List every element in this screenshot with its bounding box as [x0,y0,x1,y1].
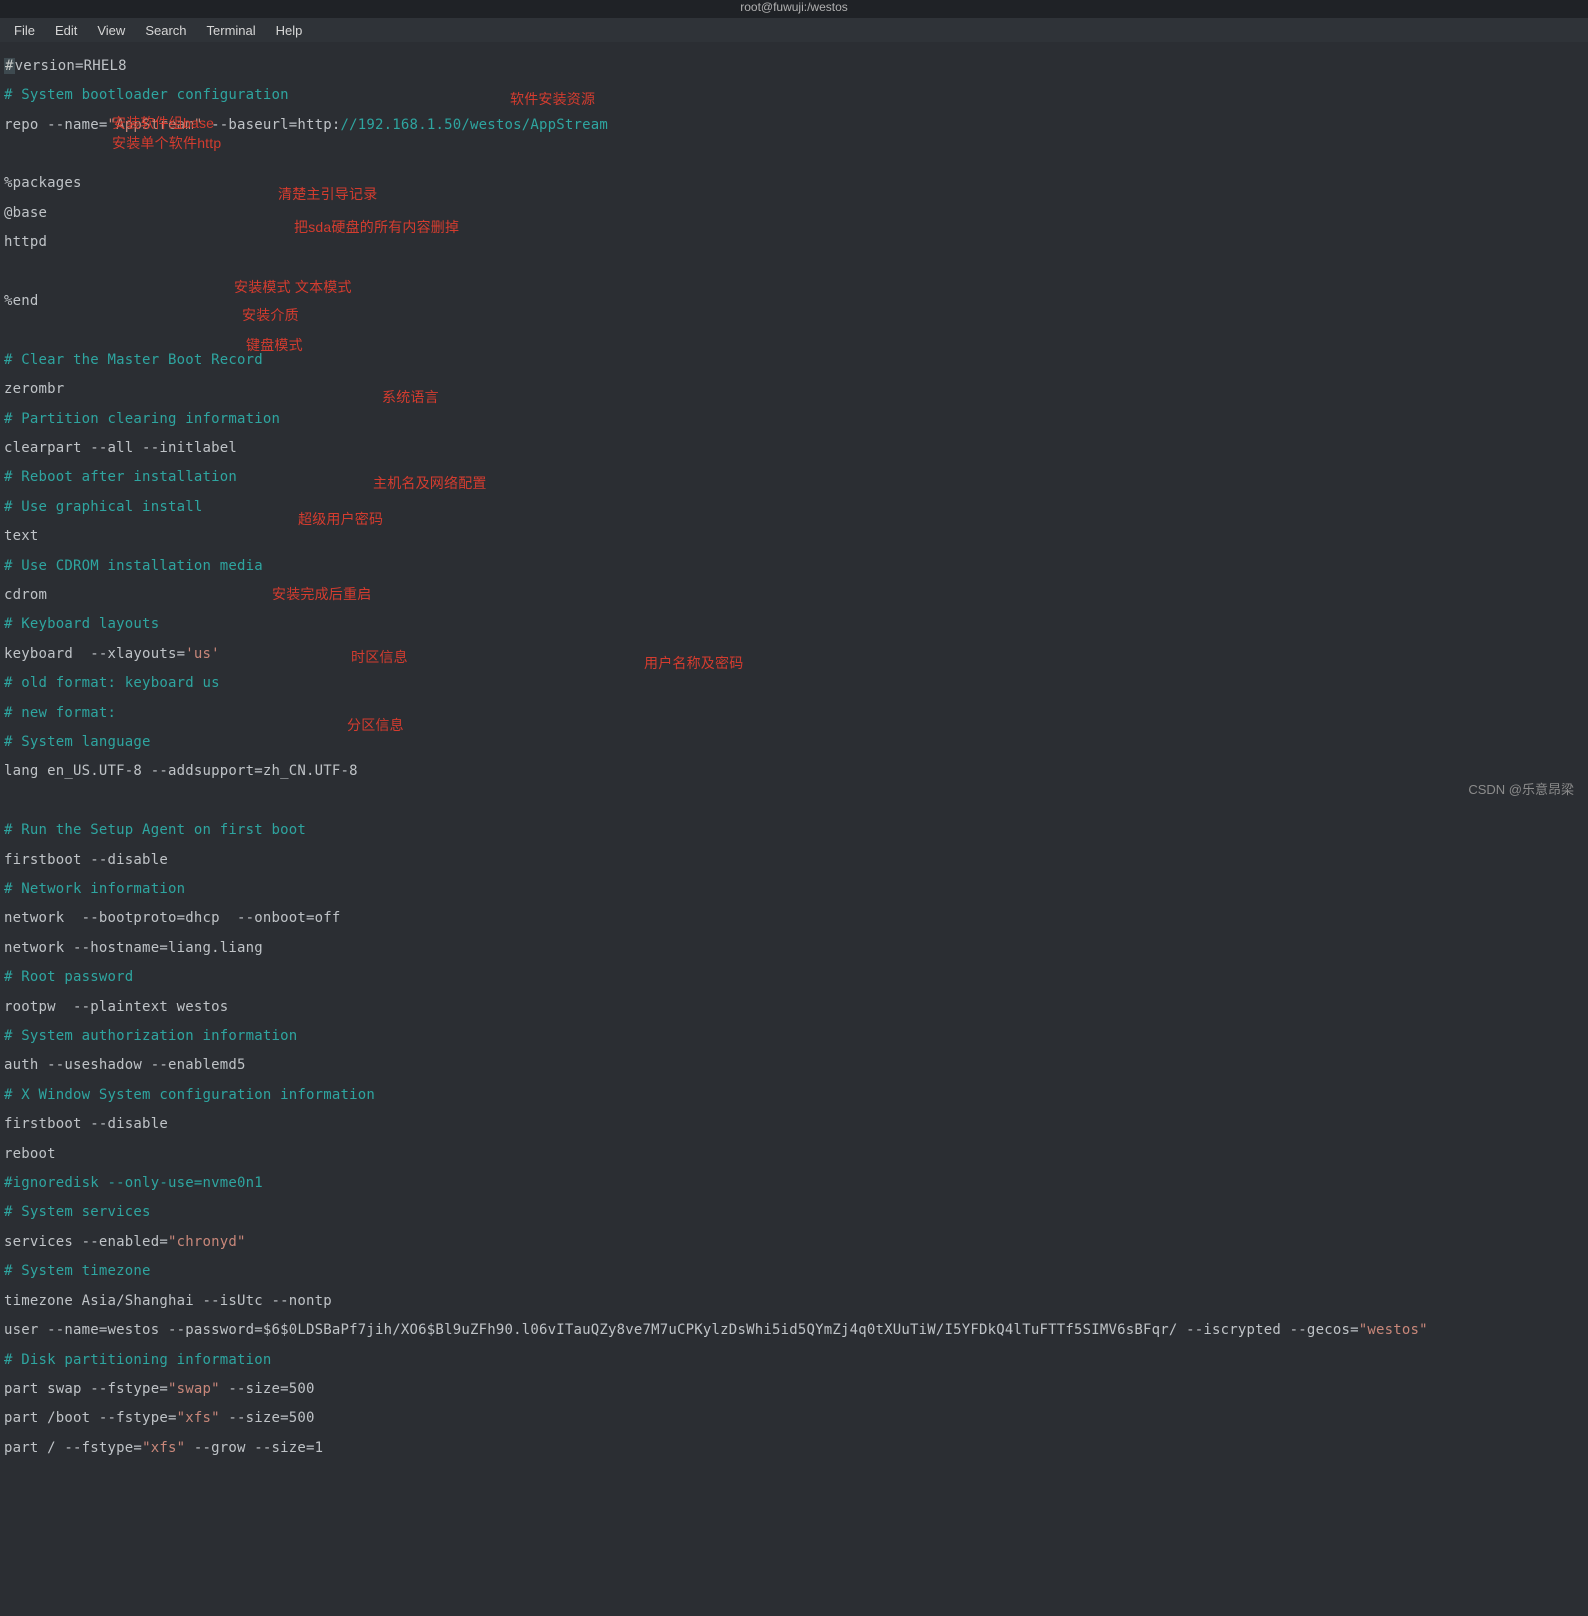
code-line: text [4,529,1584,544]
window-titlebar: root@fuwuji:/westos [0,0,1588,18]
code-line: # System timezone [4,1264,1584,1279]
menu-terminal[interactable]: Terminal [197,20,266,41]
code-line: user --name=westos --password=$6$0LDSBaP… [4,1323,1584,1338]
menu-help[interactable]: Help [266,20,313,41]
code-line: # Reboot after installation [4,470,1584,485]
code-line: %end [4,294,1584,309]
selection-cursor: # [4,58,15,74]
code-line: network --hostname=liang.liang [4,941,1584,956]
window-title: root@fuwuji:/westos [740,0,848,14]
code-line: cdrom [4,588,1584,603]
code-line: # System language [4,735,1584,750]
code-line: # Use graphical install [4,500,1584,515]
code-line: services --enabled="chronyd" [4,1235,1584,1250]
code-line: # Keyboard layouts [4,617,1584,632]
code-line: #version=RHEL8 [4,59,1584,74]
code-line: # Disk partitioning information [4,1353,1584,1368]
annotation: 主机名及网络配置 [373,476,487,491]
code-line: clearpart --all --initlabel [4,441,1584,456]
watermark: CSDN @乐意昂梁 [1468,779,1574,798]
code-line: timezone Asia/Shanghai --isUtc --nontp [4,1294,1584,1309]
code-line [4,794,1584,809]
code-line: part / --fstype="xfs" --grow --size=1 [4,1441,1584,1456]
code-line: httpd [4,235,1584,250]
annotation: 安装完成后重启 [272,587,371,602]
annotation: 超级用户密码 [298,512,383,527]
code-line: %packages [4,176,1584,191]
code-line: firstboot --disable [4,1117,1584,1132]
code-line: keyboard --xlayouts='us' [4,647,1584,662]
code-line: # old format: keyboard us [4,676,1584,691]
code-line: zerombr [4,382,1584,397]
annotation: 键盘模式 [246,338,303,353]
annotation: 清楚主引导记录 [278,187,377,202]
menu-search[interactable]: Search [135,20,196,41]
menu-edit[interactable]: Edit [45,20,87,41]
code-line: firstboot --disable [4,853,1584,868]
code-line: part swap --fstype="swap" --size=500 [4,1382,1584,1397]
menu-view[interactable]: View [87,20,135,41]
code-line: repo --name="AppStream" --baseurl=http:/… [4,118,1584,133]
annotation: 把sda硬盘的所有内容删掉 [294,220,459,235]
code-line [4,147,1584,162]
code-line: rootpw --plaintext westos [4,1000,1584,1015]
code-line: auth --useshadow --enablemd5 [4,1058,1584,1073]
code-line: @base [4,206,1584,221]
annotation: 系统语言 [382,390,439,405]
annotation: 软件安装资源 [510,92,595,107]
annotation: 安装软件组base [112,116,214,131]
code-line: #ignoredisk --only-use=nvme0n1 [4,1176,1584,1191]
menubar: File Edit View Search Terminal Help [0,18,1588,42]
editor-area[interactable]: #version=RHEL8 # System bootloader confi… [0,42,1588,1616]
code-line: # Clear the Master Boot Record [4,353,1584,368]
code-line: # X Window System configuration informat… [4,1088,1584,1103]
code-line: # new format: [4,706,1584,721]
code-line: reboot [4,1147,1584,1162]
code-line: # Network information [4,882,1584,897]
code-line: # System bootloader configuration [4,88,1584,103]
code-line: # Partition clearing information [4,412,1584,427]
code-line: part /boot --fstype="xfs" --size=500 [4,1411,1584,1426]
code-line: # System authorization information [4,1029,1584,1044]
code-line: # Use CDROM installation media [4,559,1584,574]
annotation: 分区信息 [347,718,404,733]
code-line: network --bootproto=dhcp --onboot=off [4,911,1584,926]
annotation: 用户名称及密码 [644,656,743,671]
code-line: # Run the Setup Agent on first boot [4,823,1584,838]
code-line: # System services [4,1205,1584,1220]
annotation: 安装介质 [242,308,299,323]
code-line [4,265,1584,280]
code-line: lang en_US.UTF-8 --addsupport=zh_CN.UTF-… [4,764,1584,779]
annotation: 时区信息 [351,650,408,665]
annotation: 安装单个软件http [112,136,221,151]
menu-file[interactable]: File [4,20,45,41]
code-line [4,323,1584,338]
annotation: 安装模式 文本模式 [234,280,352,295]
code-line: # Root password [4,970,1584,985]
